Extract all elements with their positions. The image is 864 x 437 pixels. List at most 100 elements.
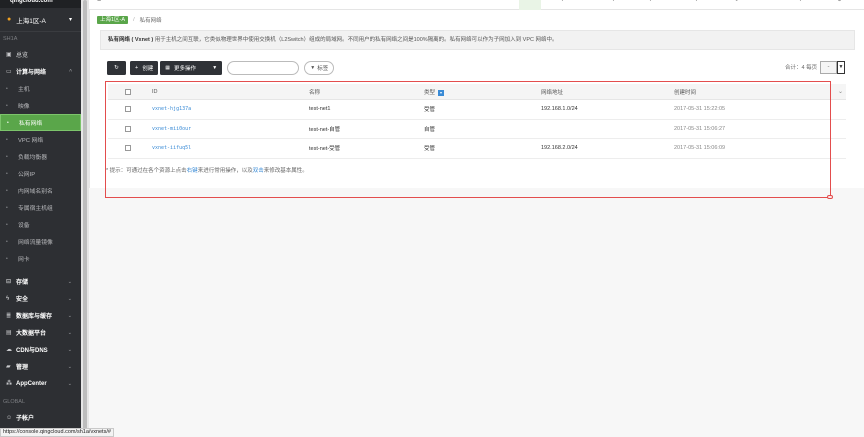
- create-button[interactable]: + 创建: [130, 60, 159, 75]
- more-actions-label: 更多操作: [173, 65, 196, 72]
- vxnet-type: 自管: [424, 126, 436, 133]
- sidebar-group-label: 管理: [16, 365, 29, 371]
- breadcrumb-separator: /: [133, 16, 135, 23]
- more-actions-button[interactable]: ▦ 更多操作 ▼: [160, 60, 223, 75]
- hint-link-double-click[interactable]: 双击: [253, 168, 264, 174]
- info-banner: 私有网络 ( Vxnet ) 用于主机之间互联，它类似物理世界中使用交换机（L2…: [100, 30, 855, 50]
- vxnet-created: 2017-05-31 15:06:27: [674, 125, 726, 132]
- vxnet-id-link[interactable]: vxnet-hjg137a: [152, 106, 191, 112]
- top-nav-item[interactable]: ▾: [649, 0, 652, 3]
- top-nav-item[interactable]: ▾: [799, 0, 802, 3]
- table-row[interactable]: vxnet-mii0our test-net-自管 自管 2017-05-31 …: [108, 119, 846, 139]
- table-row[interactable]: vxnet-iifuq5l test-net-受管 受管 192.168.2.0…: [108, 139, 846, 159]
- top-nav-item[interactable]: ▾: [561, 0, 564, 3]
- sidebar-item-label: 内网域名别名: [18, 189, 53, 195]
- sidebar-item-label: 设备: [18, 223, 30, 229]
- top-nav-active-tab[interactable]: [519, 0, 541, 10]
- row-checkbox[interactable]: [125, 145, 131, 152]
- sidebar-group-compute[interactable]: ▭ 计算与网络 ^: [0, 63, 81, 80]
- sidebar-group-bigdata[interactable]: ▤ 大数据平台 ⌄: [0, 324, 81, 341]
- sidebar-group-label: CDN与DNS: [16, 348, 48, 354]
- row-checkbox[interactable]: [125, 106, 131, 113]
- sidebar-group-management[interactable]: ▰ 管理 ⌄: [0, 358, 81, 375]
- brand-logo[interactable]: qingcloud.com: [0, 0, 81, 8]
- sidebar-item-overview[interactable]: ▣ 总览: [0, 46, 81, 63]
- hamburger-menu-icon[interactable]: ≡: [97, 0, 101, 4]
- page-size-selector[interactable]: - ▼: [820, 61, 845, 74]
- column-header-created[interactable]: 创建时间: [674, 88, 844, 96]
- column-header-address[interactable]: 网络地址: [541, 88, 674, 96]
- vxnet-id-link[interactable]: vxnet-mii0our: [152, 126, 191, 132]
- chevron-down-icon: ⌄: [67, 363, 72, 370]
- sidebar-group-database[interactable]: ≣ 数据库与缓存 ⌄: [0, 307, 81, 324]
- type-filter-icon[interactable]: ▾: [438, 89, 445, 96]
- column-header-name[interactable]: 名称: [309, 88, 424, 96]
- sidebar-group-security[interactable]: ϟ 安全 ⌄: [0, 290, 81, 307]
- sidebar-item-label: 主机: [18, 87, 30, 93]
- sidebar-item-subaccount[interactable]: ☺ 子帐户: [0, 409, 81, 426]
- sidebar-item-images[interactable]: • 映像: [0, 97, 81, 114]
- hint-link-right-click[interactable]: 右键: [187, 168, 198, 174]
- sidebar-item-nic[interactable]: • 网卡: [0, 250, 81, 267]
- vxnet-id-link[interactable]: vxnet-iifuq5l: [152, 145, 191, 151]
- sidebar-item-label: 总览: [16, 53, 29, 59]
- vxnet-address: 192.168.1.0/24: [541, 106, 578, 113]
- chevron-down-icon: ⌄: [67, 278, 72, 285]
- scrollbar-thumb[interactable]: [83, 0, 87, 430]
- dashboard-icon: ▣: [6, 52, 12, 58]
- sidebar-group-storage[interactable]: ⊟ 存储 ⌄: [0, 273, 81, 290]
- top-nav-item[interactable]: ▾: [612, 0, 615, 3]
- bullet-icon: •: [6, 170, 8, 177]
- sidebar-item-devices[interactable]: • 设备: [0, 216, 81, 233]
- cubes-icon: ⁂: [6, 381, 13, 387]
- column-header-type[interactable]: 类型: [424, 90, 435, 96]
- sidebar-item-label: 公网IP: [18, 172, 36, 178]
- sidebar-item-label: 网卡: [18, 257, 30, 263]
- highlight-resize-handle[interactable]: [827, 195, 833, 199]
- refresh-button[interactable]: ↻: [107, 60, 126, 75]
- sidebar-group-label: AppCenter: [16, 380, 47, 387]
- row-checkbox-cell: [108, 145, 152, 152]
- tag-filter-button[interactable]: ▼ 标签: [304, 60, 335, 75]
- column-settings-chevron-icon[interactable]: ⌄: [838, 88, 843, 95]
- storage-icon: ⊟: [6, 279, 12, 285]
- sidebar-item-eip[interactable]: • 公网IP: [0, 165, 81, 182]
- vxnet-name: test-net-自管: [309, 126, 341, 133]
- zone-selector[interactable]: ● 上海1区-A ▾: [0, 8, 81, 32]
- vxnet-type: 受管: [424, 146, 436, 153]
- sidebar-item-dedicated-host[interactable]: • 专属宿主机组: [0, 199, 81, 216]
- breadcrumb-zone[interactable]: 上海1区-A: [97, 15, 129, 24]
- column-header-id[interactable]: ID: [152, 89, 309, 95]
- hint-middle: 来进行常用操作，以及: [197, 168, 253, 174]
- region-label: SH1A: [3, 36, 18, 42]
- hint-suffix: 来修改基本属性。: [263, 168, 308, 174]
- top-nav-item[interactable]: ●: [735, 0, 738, 3]
- row-checkbox[interactable]: [125, 125, 131, 132]
- sidebar-item-traffic-mirror[interactable]: • 网络流量镜像: [0, 233, 81, 250]
- sidebar-item-dns-alias[interactable]: • 内网域名别名: [0, 182, 81, 199]
- refresh-icon: ↻: [114, 64, 119, 71]
- caret-down-icon: ▼: [212, 64, 218, 71]
- sidebar-group-label: 安全: [16, 297, 29, 303]
- sidebar-item-vxnets[interactable]: • 私有网络: [0, 114, 81, 131]
- select-all-checkbox[interactable]: [125, 88, 131, 95]
- hint-text: * 提示：可通过在各个资源上点击右键来进行常用操作，以及双击来修改基本属性。: [106, 166, 308, 174]
- vxnet-address: 192.168.2.0/24: [541, 145, 578, 152]
- database-icon: ≣: [6, 313, 12, 319]
- sidebar-group-cdn[interactable]: ☁ CDN与DNS ⌄: [0, 341, 81, 358]
- sidebar-group-appcenter[interactable]: ⁂ AppCenter ⌄: [0, 375, 81, 392]
- top-nav-item[interactable]: ⚙: [837, 0, 842, 3]
- caret-down-icon[interactable]: ▼: [837, 61, 845, 74]
- chevron-down-icon: ⌄: [67, 295, 72, 302]
- sidebar-item-vpc[interactable]: • VPC 网络: [0, 131, 81, 148]
- sidebar-scrollbar[interactable]: [81, 0, 89, 437]
- sidebar-item-loadbalancer[interactable]: • 负载均衡器: [0, 148, 81, 165]
- top-nav-item[interactable]: ▾: [695, 0, 698, 3]
- sidebar-item-label: 专属宿主机组: [18, 206, 53, 212]
- bullet-icon: •: [6, 221, 8, 228]
- search-input[interactable]: [227, 60, 300, 75]
- users-icon: ☺: [6, 414, 13, 421]
- sidebar-item-instances[interactable]: • 主机: [0, 80, 81, 97]
- table-row[interactable]: vxnet-hjg137a test-net1 受管 192.168.1.0/2…: [108, 100, 846, 120]
- sidebar-item-label: 负载均衡器: [18, 155, 47, 161]
